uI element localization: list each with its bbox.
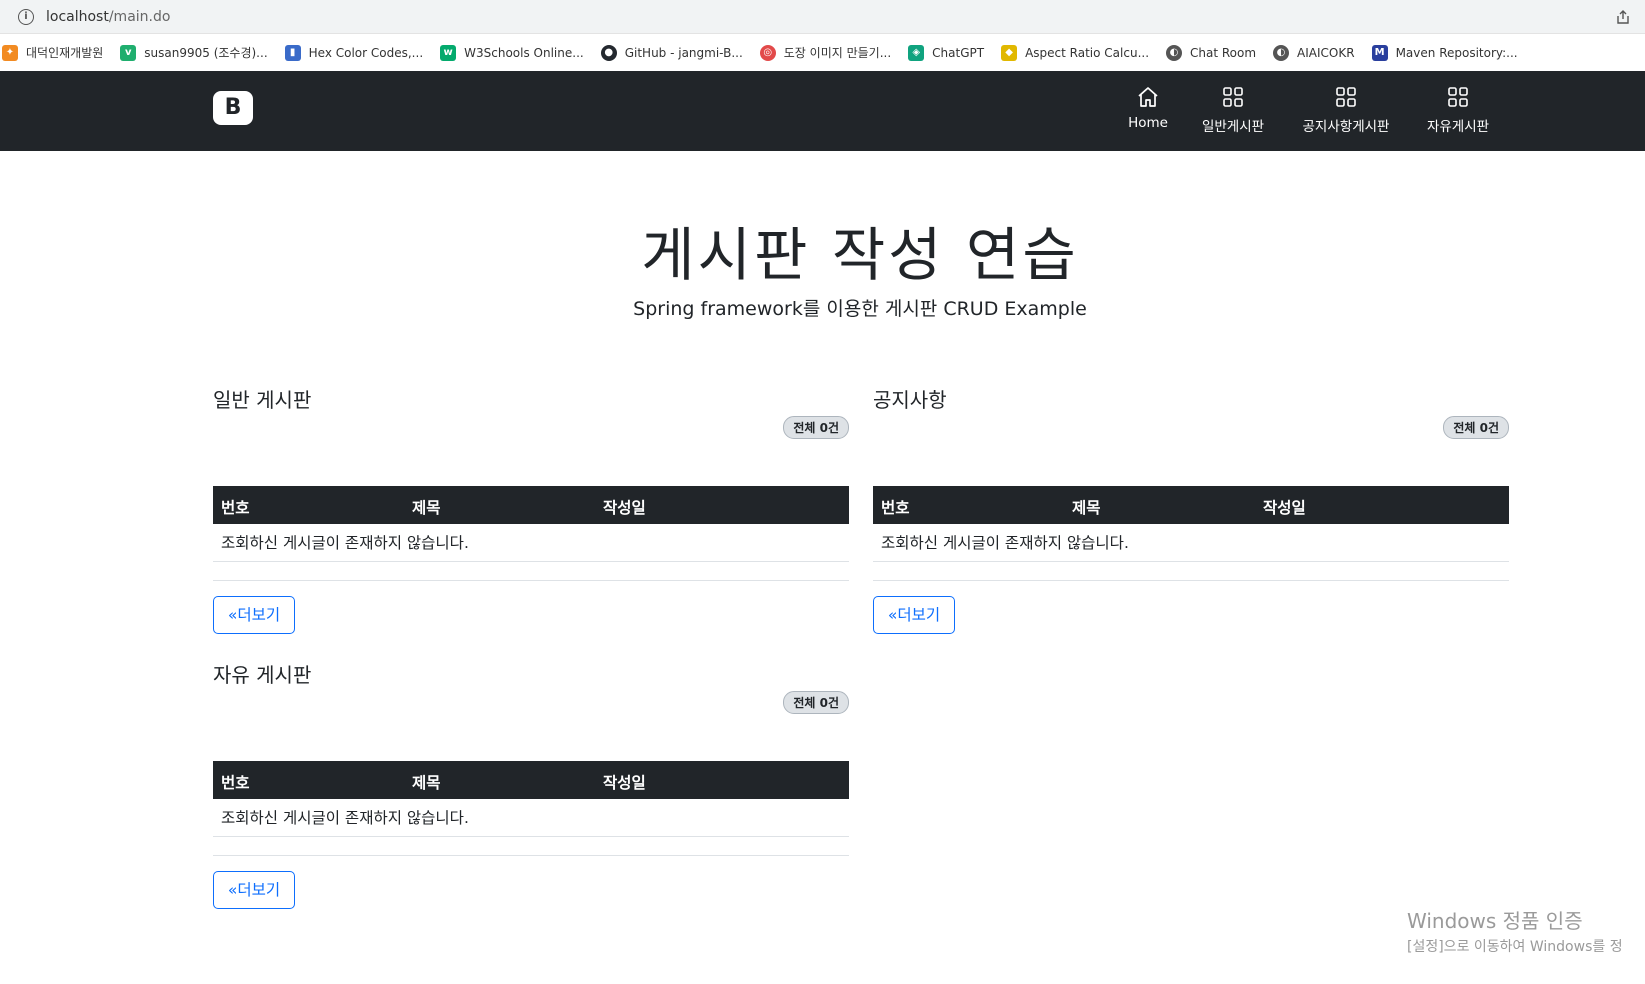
bookmark-icon: w (440, 44, 457, 61)
nav-general-board[interactable]: 일반게시판 (1197, 85, 1269, 135)
empty-row: 조회하신 게시글이 존재하지 않습니다. (213, 799, 849, 837)
bookmark-icon: ● (600, 44, 617, 61)
column-header-title: 제목 (1072, 499, 1101, 517)
nav-label: 일반게시판 (1201, 119, 1265, 135)
nav-label: 공지사항게시판 (1302, 119, 1390, 135)
total-count-badge: 전체 0건 (1443, 416, 1509, 439)
board-table: 번호 제목 작성일 조회하신 게시글이 존재하지 않습니다. (873, 486, 1509, 562)
more-button[interactable]: «더보기 (213, 871, 295, 909)
divider (213, 580, 849, 581)
bookmark-chatgpt[interactable]: ◈ ChatGPT (908, 44, 985, 61)
bookmark-stamp[interactable]: ◎ 도장 이미지 만들기... (759, 44, 892, 61)
board-title: 일반 게시판 (213, 388, 312, 412)
bookmark-icon: ▮ (284, 44, 301, 61)
more-button[interactable]: «더보기 (213, 596, 295, 634)
nav-home[interactable]: Home (1126, 85, 1170, 131)
column-header-number: 번호 (221, 774, 250, 792)
page-title: 게시판 작성 연습 (641, 221, 1079, 289)
nav-label: Home (1128, 115, 1168, 131)
board-table: 번호 제목 작성일 조회하신 게시글이 존재하지 않습니다. (213, 761, 849, 837)
column-header-title: 제목 (412, 774, 441, 792)
bookmark-label: susan9905 (조수경)... (144, 46, 268, 60)
divider (873, 580, 1509, 581)
board-table: 번호 제목 작성일 조회하신 게시글이 존재하지 않습니다. (213, 486, 849, 562)
bookmark-hex-color[interactable]: ▮ Hex Color Codes,... (284, 44, 424, 61)
brand-logo[interactable]: B (213, 91, 253, 125)
nav-free-board[interactable]: 자유게시판 (1422, 85, 1494, 135)
windows-activation-watermark: Windows 정품 인증 [설정]으로 이동하여 Windows를 정 (1407, 905, 1623, 956)
home-icon (1138, 87, 1158, 107)
bookmark-w3schools[interactable]: w W3Schools Online... (440, 44, 584, 61)
bookmark-icon: ◐ (1273, 44, 1290, 61)
bookmark-chat-room[interactable]: ◐ Chat Room (1166, 44, 1257, 61)
bookmark-label: ChatGPT (932, 45, 985, 60)
table-header: 번호 제목 작성일 (873, 486, 1509, 524)
nav-notice-board[interactable]: 공지사항게시판 (1296, 85, 1396, 135)
column-header-number: 번호 (221, 499, 250, 517)
bookmark-label: Maven Repository:... (1395, 45, 1518, 60)
column-header-date: 작성일 (1263, 499, 1306, 517)
notice-board-section: 공지사항 전체 0건 번호 제목 작성일 조회하신 게시글이 존재하지 않습니다… (873, 384, 1509, 644)
board-title: 자유 게시판 (213, 663, 312, 687)
site-info-icon[interactable]: i (18, 8, 34, 25)
share-icon[interactable] (1615, 9, 1631, 25)
bookmark-susan[interactable]: v susan9905 (조수경)... (120, 44, 268, 61)
bookmark-aspect-ratio[interactable]: ◆ Aspect Ratio Calcu... (1001, 44, 1150, 61)
bookmark-label: 대덕인재개발원 (26, 46, 104, 60)
bookmark-icon: ◐ (1166, 44, 1183, 61)
bookmark-aiaicokr[interactable]: ◐ AIAICOKR (1273, 44, 1355, 61)
bookmark-label: Hex Color Codes,... (308, 45, 424, 60)
url-text[interactable]: localhost/main.do (46, 9, 170, 25)
bookmark-icon: ◈ (908, 44, 925, 61)
free-board-section: 자유 게시판 전체 0건 번호 제목 작성일 조회하신 게시글이 존재하지 않습… (213, 659, 849, 919)
grid-icon (1448, 87, 1468, 107)
bookmark-icon: ◎ (759, 44, 776, 61)
table-header: 번호 제목 작성일 (213, 761, 849, 799)
bookmark-icon: v (120, 44, 137, 61)
column-header-title: 제목 (412, 499, 441, 517)
column-header-number: 번호 (881, 499, 910, 517)
column-header-date: 작성일 (603, 499, 646, 517)
column-header-date: 작성일 (603, 774, 646, 792)
bookmark-label: Aspect Ratio Calcu... (1025, 45, 1150, 60)
board-title: 공지사항 (873, 388, 947, 412)
bookmarks-bar: ✦ 대덕인재개발원 v susan9905 (조수경)... ▮ Hex Color … (0, 34, 1645, 71)
bookmark-label: 도장 이미지 만들기... (783, 46, 892, 60)
nav-label: 자유게시판 (1426, 119, 1490, 135)
bookmark-icon: ✦ (2, 44, 18, 61)
watermark-title: Windows 정품 인증 (1407, 909, 1583, 933)
divider (213, 855, 849, 856)
bookmark-maven[interactable]: M Maven Repository:... (1371, 44, 1518, 61)
grid-icon (1223, 87, 1243, 107)
top-navbar: B Home 일반게시판 공지사항게시판 자유게시판 (0, 71, 1645, 151)
bookmark-label: Chat Room (1190, 45, 1257, 60)
empty-row: 조회하신 게시글이 존재하지 않습니다. (213, 524, 849, 562)
url-host: localhost (46, 8, 109, 25)
page-subtitle: Spring framework를 이용한 게시판 CRUD Example (633, 298, 1087, 320)
grid-icon (1336, 87, 1356, 107)
address-bar[interactable]: i localhost/main.do (0, 0, 1645, 34)
bookmark-label: W3Schools Online... (464, 45, 584, 60)
bookmark-icon: ◆ (1001, 44, 1018, 61)
bookmark-github[interactable]: ● GitHub - jangmi-B... (600, 44, 743, 61)
bookmark-icon: M (1371, 44, 1388, 61)
total-count-badge: 전체 0건 (783, 416, 849, 439)
watermark-text: [설정]으로 이동하여 Windows를 정 (1407, 939, 1623, 955)
bookmark-label: AIAICOKR (1297, 45, 1355, 60)
more-button[interactable]: «더보기 (873, 596, 955, 634)
total-count-badge: 전체 0건 (783, 691, 849, 714)
empty-row: 조회하신 게시글이 존재하지 않습니다. (873, 524, 1509, 562)
url-path: /main.do (108, 8, 171, 25)
general-board-section: 일반 게시판 전체 0건 번호 제목 작성일 조회하신 게시글이 존재하지 않습… (213, 384, 849, 644)
bookmark-daedeok[interactable]: ✦ 대덕인재개발원 (2, 44, 103, 61)
bookmark-label: GitHub - jangmi-B... (624, 45, 743, 60)
table-header: 번호 제목 작성일 (213, 486, 849, 524)
